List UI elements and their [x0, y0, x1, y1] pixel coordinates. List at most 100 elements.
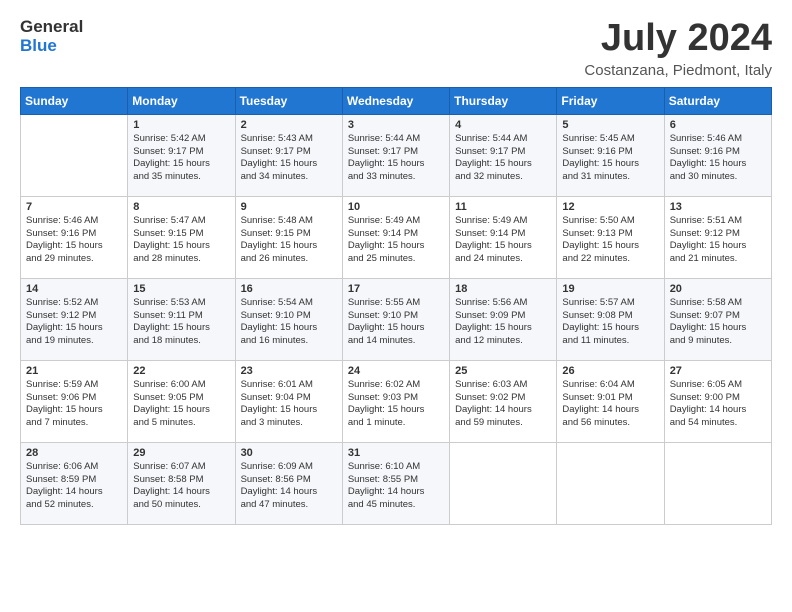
- location: Costanzana, Piedmont, Italy: [584, 62, 772, 79]
- cell-w4-d5: [557, 442, 664, 524]
- week-row-3: 21 Sunrise: 5:59 AM Sunset: 9:06 PM Dayli…: [21, 360, 772, 442]
- cell-content: Sunrise: 5:44 AM Sunset: 9:17 PM Dayligh…: [455, 133, 551, 184]
- cell-w4-d4: [450, 442, 557, 524]
- day-number: 17: [348, 283, 444, 295]
- cell-content: Sunrise: 5:55 AM Sunset: 9:10 PM Dayligh…: [348, 297, 444, 348]
- cell-content: Sunrise: 6:05 AM Sunset: 9:00 PM Dayligh…: [670, 379, 766, 430]
- day-number: 28: [26, 447, 122, 459]
- header-tuesday: Tuesday: [235, 87, 342, 114]
- day-number: 26: [562, 365, 658, 377]
- title-block: July 2024 Costanzana, Piedmont, Italy: [584, 18, 772, 79]
- day-number: 27: [670, 365, 766, 377]
- week-row-0: 1 Sunrise: 5:42 AM Sunset: 9:17 PM Daylig…: [21, 114, 772, 196]
- header-thursday: Thursday: [450, 87, 557, 114]
- day-number: 14: [26, 283, 122, 295]
- calendar-header: SundayMondayTuesdayWednesdayThursdayFrid…: [21, 87, 772, 114]
- day-number: 9: [241, 201, 337, 213]
- cell-w0-d1: 1 Sunrise: 5:42 AM Sunset: 9:17 PM Daylig…: [128, 114, 235, 196]
- day-number: 24: [348, 365, 444, 377]
- cell-content: Sunrise: 6:06 AM Sunset: 8:59 PM Dayligh…: [26, 461, 122, 512]
- cell-w3-d0: 21 Sunrise: 5:59 AM Sunset: 9:06 PM Dayli…: [21, 360, 128, 442]
- day-number: 2: [241, 119, 337, 131]
- cell-w0-d3: 3 Sunrise: 5:44 AM Sunset: 9:17 PM Daylig…: [342, 114, 449, 196]
- cell-content: Sunrise: 5:48 AM Sunset: 9:15 PM Dayligh…: [241, 215, 337, 266]
- cell-w4-d3: 31 Sunrise: 6:10 AM Sunset: 8:55 PM Dayli…: [342, 442, 449, 524]
- week-row-1: 7 Sunrise: 5:46 AM Sunset: 9:16 PM Daylig…: [21, 196, 772, 278]
- cell-content: Sunrise: 5:57 AM Sunset: 9:08 PM Dayligh…: [562, 297, 658, 348]
- day-number: 20: [670, 283, 766, 295]
- cell-w0-d6: 6 Sunrise: 5:46 AM Sunset: 9:16 PM Daylig…: [664, 114, 771, 196]
- cell-content: Sunrise: 5:46 AM Sunset: 9:16 PM Dayligh…: [26, 215, 122, 266]
- cell-w3-d5: 26 Sunrise: 6:04 AM Sunset: 9:01 PM Dayli…: [557, 360, 664, 442]
- cell-content: Sunrise: 6:03 AM Sunset: 9:02 PM Dayligh…: [455, 379, 551, 430]
- logo: General Blue: [20, 18, 83, 55]
- day-number: 21: [26, 365, 122, 377]
- cell-w4-d2: 30 Sunrise: 6:09 AM Sunset: 8:56 PM Dayli…: [235, 442, 342, 524]
- month-title: July 2024: [584, 18, 772, 60]
- day-number: 4: [455, 119, 551, 131]
- cell-content: Sunrise: 5:42 AM Sunset: 9:17 PM Dayligh…: [133, 133, 229, 184]
- day-number: 8: [133, 201, 229, 213]
- cell-content: Sunrise: 5:59 AM Sunset: 9:06 PM Dayligh…: [26, 379, 122, 430]
- day-number: 6: [670, 119, 766, 131]
- cell-w2-d1: 15Sunrise: 5:53 AM Sunset: 9:11 PM Dayli…: [128, 278, 235, 360]
- cell-w3-d4: 25 Sunrise: 6:03 AM Sunset: 9:02 PM Dayli…: [450, 360, 557, 442]
- day-number: 3: [348, 119, 444, 131]
- cell-content: Sunrise: 6:10 AM Sunset: 8:55 PM Dayligh…: [348, 461, 444, 512]
- day-number: 10: [348, 201, 444, 213]
- day-number: 23: [241, 365, 337, 377]
- header-friday: Friday: [557, 87, 664, 114]
- header-saturday: Saturday: [664, 87, 771, 114]
- cell-w1-d1: 8 Sunrise: 5:47 AM Sunset: 9:15 PM Daylig…: [128, 196, 235, 278]
- cell-w2-d4: 18Sunrise: 5:56 AM Sunset: 9:09 PM Dayli…: [450, 278, 557, 360]
- header-monday: Monday: [128, 87, 235, 114]
- calendar-body: 1 Sunrise: 5:42 AM Sunset: 9:17 PM Daylig…: [21, 114, 772, 524]
- cell-content: Sunrise: 6:07 AM Sunset: 8:58 PM Dayligh…: [133, 461, 229, 512]
- cell-content: Sunrise: 5:46 AM Sunset: 9:16 PM Dayligh…: [670, 133, 766, 184]
- logo-general: General: [20, 18, 83, 37]
- cell-w0-d0: [21, 114, 128, 196]
- cell-content: Sunrise: 5:50 AM Sunset: 9:13 PM Dayligh…: [562, 215, 658, 266]
- day-number: 31: [348, 447, 444, 459]
- day-number: 18: [455, 283, 551, 295]
- cell-w1-d6: 13Sunrise: 5:51 AM Sunset: 9:12 PM Dayli…: [664, 196, 771, 278]
- cell-w1-d5: 12 Sunrise: 5:50 AM Sunset: 9:13 PM Dayli…: [557, 196, 664, 278]
- cell-w1-d4: 11 Sunrise: 5:49 AM Sunset: 9:14 PM Dayli…: [450, 196, 557, 278]
- week-row-2: 14Sunrise: 5:52 AM Sunset: 9:12 PM Dayli…: [21, 278, 772, 360]
- cell-w1-d2: 9 Sunrise: 5:48 AM Sunset: 9:15 PM Daylig…: [235, 196, 342, 278]
- cell-w2-d6: 20 Sunrise: 5:58 AM Sunset: 9:07 PM Dayli…: [664, 278, 771, 360]
- day-number: 25: [455, 365, 551, 377]
- cell-w3-d2: 23 Sunrise: 6:01 AM Sunset: 9:04 PM Dayli…: [235, 360, 342, 442]
- cell-content: Sunrise: 5:49 AM Sunset: 9:14 PM Dayligh…: [348, 215, 444, 266]
- day-number: 11: [455, 201, 551, 213]
- cell-content: Sunrise: 5:43 AM Sunset: 9:17 PM Dayligh…: [241, 133, 337, 184]
- cell-w3-d1: 22Sunrise: 6:00 AM Sunset: 9:05 PM Dayli…: [128, 360, 235, 442]
- day-number: 29: [133, 447, 229, 459]
- header-row: SundayMondayTuesdayWednesdayThursdayFrid…: [21, 87, 772, 114]
- logo-blue: Blue: [20, 37, 83, 56]
- cell-content: Sunrise: 5:44 AM Sunset: 9:17 PM Dayligh…: [348, 133, 444, 184]
- calendar-page: General Blue July 2024 Costanzana, Piedm…: [0, 0, 792, 543]
- cell-w2-d0: 14Sunrise: 5:52 AM Sunset: 9:12 PM Dayli…: [21, 278, 128, 360]
- cell-content: Sunrise: 6:04 AM Sunset: 9:01 PM Dayligh…: [562, 379, 658, 430]
- day-number: 5: [562, 119, 658, 131]
- cell-w0-d4: 4 Sunrise: 5:44 AM Sunset: 9:17 PM Daylig…: [450, 114, 557, 196]
- day-number: 19: [562, 283, 658, 295]
- day-number: 15: [133, 283, 229, 295]
- day-number: 7: [26, 201, 122, 213]
- cell-content: Sunrise: 6:09 AM Sunset: 8:56 PM Dayligh…: [241, 461, 337, 512]
- cell-content: Sunrise: 5:58 AM Sunset: 9:07 PM Dayligh…: [670, 297, 766, 348]
- day-number: 12: [562, 201, 658, 213]
- cell-content: Sunrise: 5:51 AM Sunset: 9:12 PM Dayligh…: [670, 215, 766, 266]
- day-number: 30: [241, 447, 337, 459]
- cell-content: Sunrise: 5:49 AM Sunset: 9:14 PM Dayligh…: [455, 215, 551, 266]
- cell-content: Sunrise: 5:47 AM Sunset: 9:15 PM Dayligh…: [133, 215, 229, 266]
- header-sunday: Sunday: [21, 87, 128, 114]
- cell-w2-d3: 17 Sunrise: 5:55 AM Sunset: 9:10 PM Dayli…: [342, 278, 449, 360]
- day-number: 1: [133, 119, 229, 131]
- cell-w4-d0: 28 Sunrise: 6:06 AM Sunset: 8:59 PM Dayli…: [21, 442, 128, 524]
- cell-w2-d5: 19 Sunrise: 5:57 AM Sunset: 9:08 PM Dayli…: [557, 278, 664, 360]
- cell-content: Sunrise: 6:01 AM Sunset: 9:04 PM Dayligh…: [241, 379, 337, 430]
- cell-w0-d5: 5Sunrise: 5:45 AM Sunset: 9:16 PM Daylig…: [557, 114, 664, 196]
- cell-w0-d2: 2 Sunrise: 5:43 AM Sunset: 9:17 PM Daylig…: [235, 114, 342, 196]
